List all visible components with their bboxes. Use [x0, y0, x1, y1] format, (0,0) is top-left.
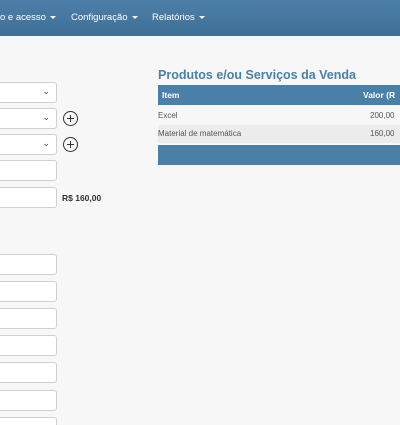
caret-down-icon: [198, 15, 205, 19]
payment-field-2[interactable]: [0, 281, 57, 302]
caret-down-icon: [49, 15, 56, 19]
add-product-icon[interactable]: [63, 111, 78, 126]
column-header-item: Item: [162, 90, 180, 100]
row-value: 200,00: [370, 111, 395, 120]
row-value: 160,00: [370, 129, 395, 138]
chevron-down-icon: ⌄: [42, 87, 50, 97]
products-table-footer: [158, 145, 400, 165]
product-select[interactable]: ⌄: [0, 108, 57, 129]
table-row: Excel 200,00: [158, 107, 400, 125]
top-navbar: o e acesso Configuração Relatórios: [0, 0, 400, 36]
nav-menu-configuracao[interactable]: Configuração: [71, 0, 138, 36]
row-item: Material de matemática: [158, 129, 242, 138]
chevron-down-icon: ⌄: [42, 139, 50, 149]
nav-menu-configuracao-label: Configuração: [71, 12, 128, 23]
chevron-down-icon: ⌄: [42, 113, 50, 123]
add-service-icon[interactable]: [63, 137, 78, 152]
nav-menu-relatorios-label: Relatórios: [152, 12, 195, 23]
client-select[interactable]: ⌄: [0, 82, 57, 103]
value-input[interactable]: [0, 187, 57, 208]
payment-field-6[interactable]: [0, 390, 57, 411]
nav-menu-relatorios[interactable]: Relatórios: [152, 0, 205, 36]
sale-total: R$ 160,00: [62, 193, 102, 203]
payment-field-4[interactable]: [0, 335, 57, 356]
payment-field-7[interactable]: [0, 417, 57, 425]
products-panel-title: Produtos e/ou Serviços da Venda: [158, 68, 356, 82]
quantity-input[interactable]: [0, 160, 57, 181]
column-header-valor: Valor (R: [363, 90, 396, 100]
payment-field-1[interactable]: [0, 254, 57, 275]
payment-field-3[interactable]: [0, 308, 57, 329]
payment-field-5[interactable]: [0, 362, 57, 383]
products-table-header: Item Valor (R: [158, 85, 400, 105]
service-select[interactable]: ⌄: [0, 134, 57, 155]
table-row: Material de matemática 160,00: [158, 125, 400, 143]
caret-down-icon: [131, 15, 138, 19]
nav-menu-access-label: o e acesso: [0, 12, 46, 23]
row-item: Excel: [158, 111, 178, 120]
nav-menu-access[interactable]: o e acesso: [0, 0, 56, 36]
